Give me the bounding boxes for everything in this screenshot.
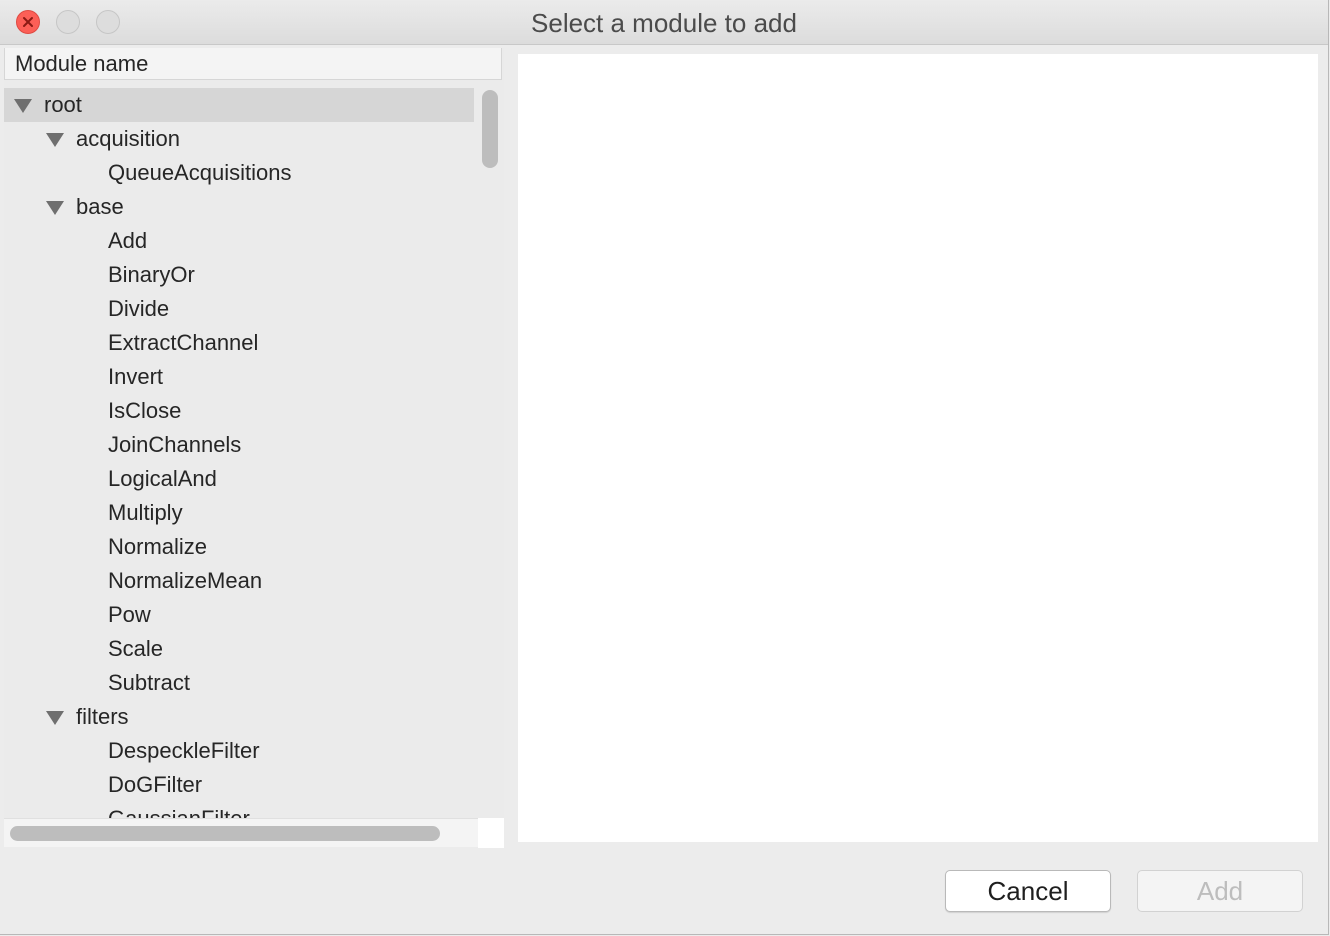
horizontal-scrollbar-thumb[interactable] — [10, 826, 440, 841]
tree-item-label: Pow — [108, 602, 151, 627]
vertical-scrollbar[interactable] — [478, 88, 502, 818]
tree-item-filters[interactable]: filters — [4, 700, 474, 734]
window-title: Select a module to add — [531, 8, 797, 38]
tree-item-label: Add — [108, 228, 148, 253]
title-bar[interactable]: Select a module to add — [0, 0, 1328, 45]
module-tree[interactable]: root acquisition QueueAcquisitions base … — [4, 88, 476, 818]
tree-item-label: JoinChannels — [108, 432, 242, 457]
tree-item-label: Normalize — [108, 534, 208, 559]
tree-item-module[interactable]: ExtractChannel — [4, 326, 474, 360]
tree-item-module[interactable]: Subtract — [4, 666, 474, 700]
tree-item-module[interactable]: BinaryOr — [4, 258, 474, 292]
expanded-disclosure-icon[interactable] — [46, 133, 64, 147]
tree-item-label: LogicalAnd — [108, 466, 217, 491]
tree-item-label: Scale — [108, 636, 164, 661]
tree-item-root[interactable]: root — [4, 88, 474, 122]
tree-item-module[interactable]: Invert — [4, 360, 474, 394]
tree-item-module[interactable]: Add — [4, 224, 474, 258]
tree-item-label: BinaryOr — [108, 262, 195, 287]
scrollbar-corner — [478, 818, 504, 848]
tree-item-module[interactable]: Scale — [4, 632, 474, 666]
tree-item-label: GaussianFilter — [108, 802, 250, 818]
add-button[interactable]: Add — [1137, 870, 1303, 912]
tree-item-module[interactable]: Pow — [4, 598, 474, 632]
tree-item-label: root — [44, 92, 82, 117]
tree-item-label: QueueAcquisitions — [108, 160, 292, 185]
tree-item-label: base — [76, 194, 124, 219]
tree-item-acquisition[interactable]: acquisition — [4, 122, 474, 156]
tree-item-module[interactable]: QueueAcquisitions — [4, 156, 474, 190]
tree-item-label: acquisition — [76, 126, 180, 151]
tree-item-label: DoGFilter — [108, 772, 203, 797]
module-description-panel — [518, 54, 1318, 842]
expanded-disclosure-icon[interactable] — [14, 99, 32, 113]
tree-item-label: Multiply — [108, 500, 183, 525]
expanded-disclosure-icon[interactable] — [46, 201, 64, 215]
tree-item-module[interactable]: JoinChannels — [4, 428, 474, 462]
tree-item-label: ExtractChannel — [108, 330, 259, 355]
tree-item-label: Subtract — [108, 670, 190, 695]
tree-item-label: DespeckleFilter — [108, 738, 260, 763]
expanded-disclosure-icon[interactable] — [46, 711, 64, 725]
tree-item-module[interactable]: Multiply — [4, 496, 474, 530]
column-header-module-name[interactable]: Module name — [4, 48, 502, 80]
tree-item-label: filters — [76, 704, 129, 729]
tree-item-module[interactable]: GaussianFilter — [4, 802, 474, 818]
tree-item-module[interactable]: Divide — [4, 292, 474, 326]
vertical-scrollbar-thumb[interactable] — [482, 90, 498, 168]
tree-item-label: Invert — [108, 364, 164, 389]
tree-item-module[interactable]: NormalizeMean — [4, 564, 474, 598]
tree-item-label: NormalizeMean — [108, 568, 263, 593]
tree-item-module[interactable]: IsClose — [4, 394, 474, 428]
cancel-button[interactable]: Cancel — [945, 870, 1111, 912]
tree-item-base[interactable]: base — [4, 190, 474, 224]
module-tree-panel: Module name root acquisition QueueAcquis… — [4, 48, 504, 848]
tree-item-module[interactable]: LogicalAnd — [4, 462, 474, 496]
column-header-label: Module name — [15, 51, 149, 76]
tree-item-label: IsClose — [108, 398, 182, 423]
tree-item-module[interactable]: Normalize — [4, 530, 474, 564]
tree-item-module[interactable]: DoGFilter — [4, 768, 474, 802]
tree-item-label: Divide — [108, 296, 170, 321]
tree-item-module[interactable]: DespeckleFilter — [4, 734, 474, 768]
add-module-dialog: Select a module to add Module name root … — [0, 0, 1329, 935]
